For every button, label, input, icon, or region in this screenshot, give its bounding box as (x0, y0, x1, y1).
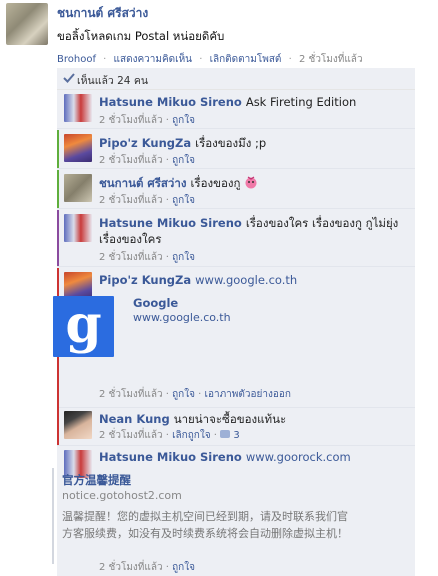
separator: · (103, 54, 107, 65)
comment-indicator-bar (57, 210, 59, 266)
comment-indicator-bar (57, 170, 59, 208)
comment-text: เรื่องของกู (190, 176, 241, 190)
unfollow-post-link[interactable]: เลิกติดตามโพสต์ (210, 54, 282, 65)
comment-meta: 2 ชั่วโมงที่แล้ว · ถูกใจ (99, 115, 195, 126)
feed-post: ชนกานต์ ศรีสว่าง ขอลิ้งโหลดเกม Postal หน… (0, 0, 438, 576)
comment-meta: 2 ชั่วโมงที่แล้ว · ถูกใจ (99, 252, 195, 263)
post-timestamp[interactable]: 2 ชั่วโมงที่แล้ว (299, 54, 363, 65)
app-link[interactable]: Brohoof (57, 54, 96, 65)
comment-item: Nean Kung นายน่าจะซื้อของแท้นะ 2 ชั่วโมง… (57, 407, 415, 446)
unlike-link[interactable]: เลิกถูกใจ (172, 430, 210, 441)
commenter-avatar[interactable] (64, 94, 92, 122)
comment-text: Ask Fireting Edition (245, 95, 357, 109)
like-link[interactable]: ถูกใจ (172, 195, 195, 206)
author-avatar[interactable] (6, 3, 48, 45)
separator: · (288, 54, 292, 65)
link-preview-thumbnail[interactable]: g (53, 296, 114, 357)
comment-item: Hatsune Mikuo Sireno เรื่องของใคร เรื่อง… (57, 210, 415, 267)
comment-link[interactable]: www.goorock.com (246, 450, 351, 464)
comment-text-continued: เรื่องของใคร (99, 232, 162, 246)
like-link[interactable]: ถูกใจ (172, 115, 195, 126)
attachment-host: notice.gotohost2.com (62, 489, 182, 502)
comment-item: Pipo'z KungZa เรื่องของมึง ;p 2 ชั่วโมงท… (57, 130, 415, 169)
comment-meta: 2 ชั่วโมงที่แล้ว · ถูกใจ · เอาภาพตัวอย่า… (99, 389, 291, 400)
comment-timestamp[interactable]: 2 ชั่วโมงที่แล้ว (99, 195, 163, 206)
post-meta: Brohoof · แสดงความคิดเห็น · เลิกติดตามโพ… (57, 52, 363, 67)
comment-text: เรื่องของใคร เรื่องของกู กูไม่ยุ่ง (245, 216, 399, 230)
comment-timestamp[interactable]: 2 ชั่วโมงที่แล้ว (99, 252, 163, 263)
like-count[interactable]: 3 (233, 430, 239, 441)
comment-item: Hatsune Mikuo Sireno Ask Fireting Editio… (57, 90, 415, 129)
comment-timestamp[interactable]: 2 ชั่วโมงที่แล้ว (99, 155, 163, 166)
post-text: ขอลิ้งโหลดเกม Postal หน่อยดิคับ (57, 29, 225, 43)
seen-by-label: เห็นแล้ว 24 คน (77, 75, 149, 87)
commenter-name[interactable]: Hatsune Mikuo Sireno (99, 95, 242, 109)
like-link[interactable]: ถูกใจ (172, 155, 195, 166)
comment-text: เรื่องของมึง ;p (195, 136, 267, 150)
show-comments-link[interactable]: แสดงความคิดเห็น (114, 54, 192, 65)
link-preview-url[interactable]: www.google.co.th (133, 311, 231, 324)
commenter-name[interactable]: ชนกานต์ ศรีสว่าง (99, 176, 186, 190)
google-logo-icon: g (65, 294, 102, 355)
sticker-emoticon-icon (245, 176, 257, 189)
like-thumb-icon (220, 430, 231, 438)
commenter-avatar[interactable] (64, 174, 92, 202)
attachment-title[interactable]: 官方温馨提醒 (62, 472, 131, 488)
comment-timestamp[interactable]: 2 ชั่วโมงที่แล้ว (99, 389, 163, 400)
comment-indicator-bar (57, 407, 59, 445)
comment-text: นายน่าจะซื้อของแท้นะ (173, 412, 287, 426)
remove-preview-link[interactable]: เอาภาพตัวอย่างออก (205, 389, 291, 400)
comment-indicator-bar (57, 130, 59, 168)
commenter-name[interactable]: Hatsune Mikuo Sireno (99, 450, 242, 464)
comment-meta: 2 ชั่วโมงที่แล้ว · เลิกถูกใจ · 3 (99, 430, 240, 441)
commenter-name[interactable]: Pipo'z KungZa (99, 273, 191, 287)
like-link[interactable]: ถูกใจ (172, 252, 195, 263)
comment-item: ชนกานต์ ศรีสว่าง เรื่องของกู 2 ชั่วโมงที… (57, 170, 415, 209)
comment-timestamp[interactable]: 2 ชั่วโมงที่แล้ว (99, 115, 163, 126)
commenter-avatar[interactable] (64, 134, 92, 162)
post-author-name[interactable]: ชนกานต์ ศรีสว่าง (57, 4, 148, 23)
separator: · (199, 54, 203, 65)
commenter-name[interactable]: Hatsune Mikuo Sireno (99, 216, 242, 230)
commenter-name[interactable]: Pipo'z KungZa (99, 136, 191, 150)
link-attachment: 官方温馨提醒 notice.gotohost2.com 温馨提醒！您的虚拟主机空… (52, 468, 359, 564)
comment-link[interactable]: www.google.co.th (195, 273, 297, 287)
comment-meta: 2 ชั่วโมงที่แล้ว · ถูกใจ (99, 195, 195, 206)
checkmark-icon (63, 73, 75, 83)
attachment-description: 温馨提醒！您的虚拟主机空间已经到期，请及时联系我们官方客服续费，如没有及时续费系… (62, 510, 348, 540)
commenter-avatar[interactable] (64, 214, 92, 242)
comment-timestamp[interactable]: 2 ชั่วโมงที่แล้ว (99, 430, 163, 441)
commenter-name[interactable]: Nean Kung (99, 412, 170, 426)
commenter-avatar[interactable] (64, 411, 92, 439)
like-link[interactable]: ถูกใจ (172, 389, 195, 400)
link-preview-title[interactable]: Google (133, 296, 178, 310)
seen-by-bar[interactable]: เห็นแล้ว 24 คน (57, 68, 415, 90)
comment-meta: 2 ชั่วโมงที่แล้ว · ถูกใจ (99, 155, 195, 166)
